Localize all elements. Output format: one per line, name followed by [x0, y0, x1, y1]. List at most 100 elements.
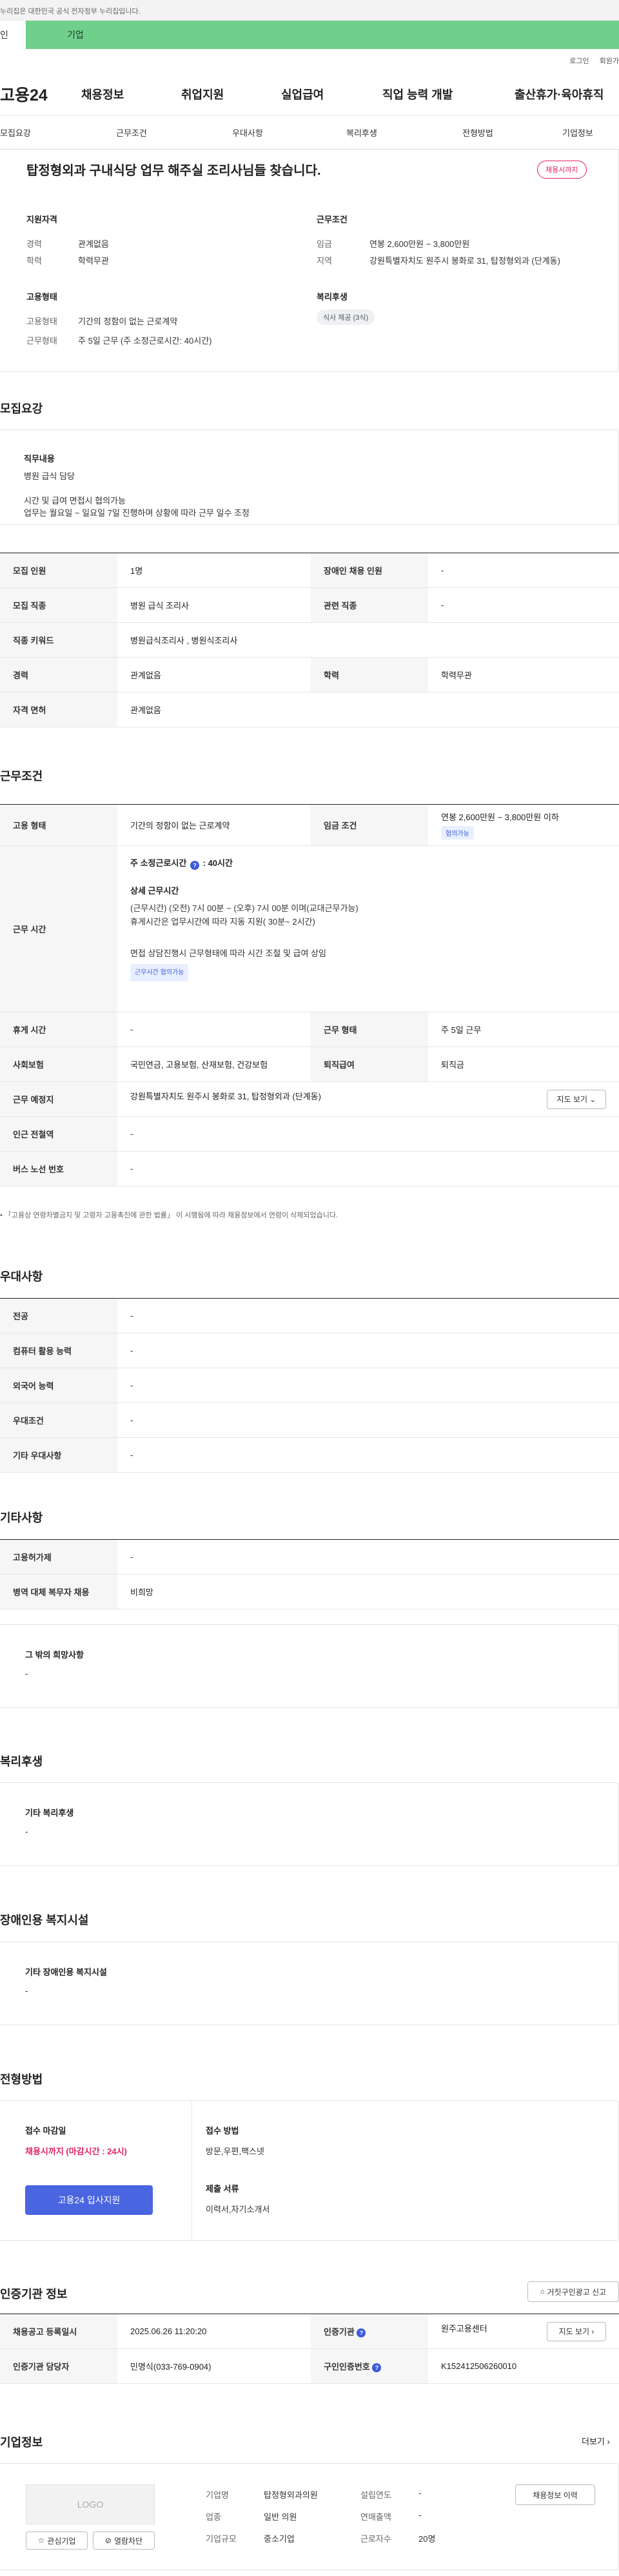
cell-label: 인근 전철역: [0, 1116, 117, 1152]
table-row: 우대조건 -: [0, 1402, 619, 1438]
cell-label: 우대조건: [0, 1402, 117, 1438]
duty-line: 병원 급식 담당: [24, 471, 75, 481]
recruit-history-button[interactable]: 채용정보 이력: [515, 2484, 595, 2505]
signup-link[interactable]: 회원가: [600, 55, 619, 66]
cell-label: 임금 조건: [311, 804, 428, 846]
conditions-title: 근무조건: [317, 215, 348, 224]
cond-value: 연봉 2,600만원 ~ 3,800만원: [369, 239, 470, 249]
detail-hours-line: [130, 929, 606, 947]
info-icon[interactable]: ?: [357, 2328, 366, 2337]
gnb-vocational-training[interactable]: 직업 능력 개발: [382, 86, 515, 103]
company-card: LOGO ☆ 관심기업 ⊘ 열람차단 기업명 탑정형외과의원 설립연도 - 업종 일…: [0, 2463, 619, 2570]
etc-hope-value: -: [25, 1669, 28, 1678]
site-logo[interactable]: 고용24: [0, 83, 81, 106]
false-ad-report-button[interactable]: ⌂ 거짓구인광고 신고: [527, 2281, 619, 2302]
table-row: 모집 직종 병원 급식 조리사 관련 직종 -: [0, 587, 619, 623]
cell-value: -: [428, 587, 619, 623]
site-tabs: 인 기업: [0, 21, 619, 49]
detail-hours-line: 휴게시간은 업무시간에 따라 지동 지원( 30분~ 2시간): [130, 917, 315, 927]
block-company-button[interactable]: ⊘ 열람차단: [93, 2532, 155, 2550]
work-table: 고용 형태 기간의 정함이 없는 근로계약 임금 조건 연봉 2,600만원 ~…: [0, 804, 619, 1186]
cell-value: -: [117, 1368, 619, 1403]
detail-hours-title: 상세 근무시간: [130, 886, 179, 896]
duty-content: 병원 급식 담당 시간 및 급여 면접시 협의가능 업무는 월요일 ~ 일요일 …: [24, 470, 250, 519]
cell-value: -: [117, 1116, 619, 1152]
info-icon[interactable]: ?: [190, 861, 199, 870]
cond-label: 지역: [317, 256, 332, 266]
age-notice-text: 「고용상 연령차별금지 및 고령자 고용촉진에 관한 법률」 이 시행됨에 따라…: [4, 1212, 339, 1219]
work-hours-value: : 40시간: [202, 858, 233, 868]
table-row: 고용 형태 기간의 정함이 없는 근로계약 임금 조건 연봉 2,600만원 ~…: [0, 804, 619, 846]
table-row: 고용허가제 -: [0, 1539, 619, 1575]
cell-value: -: [117, 1437, 619, 1473]
cell-label: 자격 면허: [0, 692, 117, 727]
anchor-recruit[interactable]: 모집요강: [0, 126, 116, 139]
cell-label: 인증기관 담당자: [0, 2348, 117, 2384]
duty-line: 업무는 월요일 ~ 일요일 7일 진행하며 상황에 따라 근무 일수 조정: [24, 508, 250, 518]
company-heading: 기업정보: [0, 2436, 43, 2449]
table-row: 컴퓨터 활용 능력 -: [0, 1333, 619, 1368]
cell-label: 경력: [0, 657, 117, 693]
recruit-heading: 모집요강: [0, 402, 43, 415]
global-nav: 고용24 채용정보 취업지원 실업급여 직업 능력 개발 출산휴가·육아휴직: [0, 72, 619, 116]
etc-heading: 기타사항: [0, 1511, 43, 1524]
favorite-company-button[interactable]: ☆ 관심기업: [26, 2532, 88, 2550]
cell-value: 병원급식조리사 , 병원식조리사: [117, 622, 619, 658]
cell-label: 병역 대체 복무자 채용: [0, 1574, 117, 1609]
company-logo: LOGO: [26, 2484, 155, 2524]
duty-line: [24, 482, 250, 495]
anchor-work-conditions[interactable]: 근무조건: [116, 126, 232, 139]
cell-value: -: [117, 1151, 619, 1186]
gnb-parental-leave[interactable]: 출산휴가·육아휴직: [515, 86, 619, 103]
cell-value: 병원 급식 조리사: [117, 587, 311, 623]
wage-value: 연봉 2,600만원 ~ 3,800만원 이하: [441, 812, 559, 822]
table-row: 근무 시간 주 소정근로시간 ? : 40시간 상세 근무시간 (근무시간) (…: [0, 845, 619, 1012]
gnb-job-info[interactable]: 채용정보: [81, 86, 181, 103]
cell-label: 외국어 능력: [0, 1368, 117, 1403]
cell-label: 전공: [0, 1298, 117, 1333]
field-label: 업종: [206, 2512, 221, 2522]
method-title: 접수 방법: [206, 2126, 239, 2136]
tab-company[interactable]: 기업: [26, 21, 619, 49]
anchor-company[interactable]: 기업정보: [562, 126, 607, 139]
block-company-label: 열람차단: [113, 2536, 143, 2546]
welfare-box-title: 기타 복리후생: [25, 1808, 74, 1818]
chevron-down-icon: ⌄: [589, 1094, 596, 1104]
chevron-right-icon: ›: [607, 2437, 610, 2446]
company-more-link[interactable]: 더보기 ›: [582, 2435, 610, 2447]
field-label: 연매출액: [360, 2512, 391, 2522]
disability-box: 기타 장애인용 복지시설 -: [0, 1942, 619, 2025]
agency-map-button[interactable]: 지도 보기 ›: [547, 2321, 606, 2341]
cell-label: 학력: [311, 657, 428, 693]
age-notice: • 「고용상 연령차별금지 및 고령자 고용촉진에 관한 법률」 이 시행됨에 …: [0, 1212, 339, 1219]
table-row: 채용공고 등록일시 2025.06.26 11:20:20 인증기관 ? 원주고…: [0, 2314, 619, 2349]
anchor-preferences[interactable]: 우대사항: [232, 126, 346, 139]
table-row: 전공 -: [0, 1298, 619, 1333]
welfare-box-value: -: [25, 1827, 28, 1836]
preferences-heading: 우대사항: [0, 1270, 43, 1283]
cell-value: -: [117, 1333, 619, 1368]
table-row: 근무 예정지 강원특별자치도 원주시 봉화로 31, 탑정형외과 (단계동) 지…: [0, 1081, 619, 1117]
map-view-button[interactable]: 지도 보기 ⌄: [547, 1089, 606, 1109]
emp-value: 기간의 정함이 없는 근로계약: [78, 317, 178, 326]
field-value: 탑정형외과의원: [264, 2490, 318, 2500]
cell-value: 민명식(033-769-0904): [117, 2348, 311, 2384]
table-row: 휴게 시간 - 근무 형태 주 5일 근무: [0, 1012, 619, 1047]
gnb-unemployment-benefit[interactable]: 실업급여: [281, 86, 382, 103]
table-row: 자격 면허 관계없음: [0, 692, 619, 727]
cond-value: 강원특별자치도 원주시 봉화로 31, 탑정형외과 (단계동): [369, 256, 560, 266]
tab-individual-label: 인: [0, 30, 8, 40]
field-label: 기업규모: [206, 2534, 237, 2544]
cell-label: 근무 예정지: [0, 1081, 117, 1117]
apply-button[interactable]: 고용24 입사지원: [25, 2185, 153, 2215]
anchor-process[interactable]: 전형방법: [462, 126, 562, 139]
anchor-welfare[interactable]: 복리후생: [346, 126, 462, 139]
gnb-employment-support[interactable]: 취업지원: [181, 86, 281, 103]
cell-label: 장애인 채용 인원: [311, 553, 428, 588]
field-value: -: [418, 2510, 422, 2520]
info-icon[interactable]: ?: [372, 2363, 382, 2372]
method-value: 방문,우편,팩스넷: [206, 2147, 264, 2156]
tab-individual[interactable]: 인: [0, 21, 26, 49]
login-link[interactable]: 로그인: [569, 55, 589, 66]
table-row: 병역 대체 복무자 채용 비희망: [0, 1574, 619, 1609]
